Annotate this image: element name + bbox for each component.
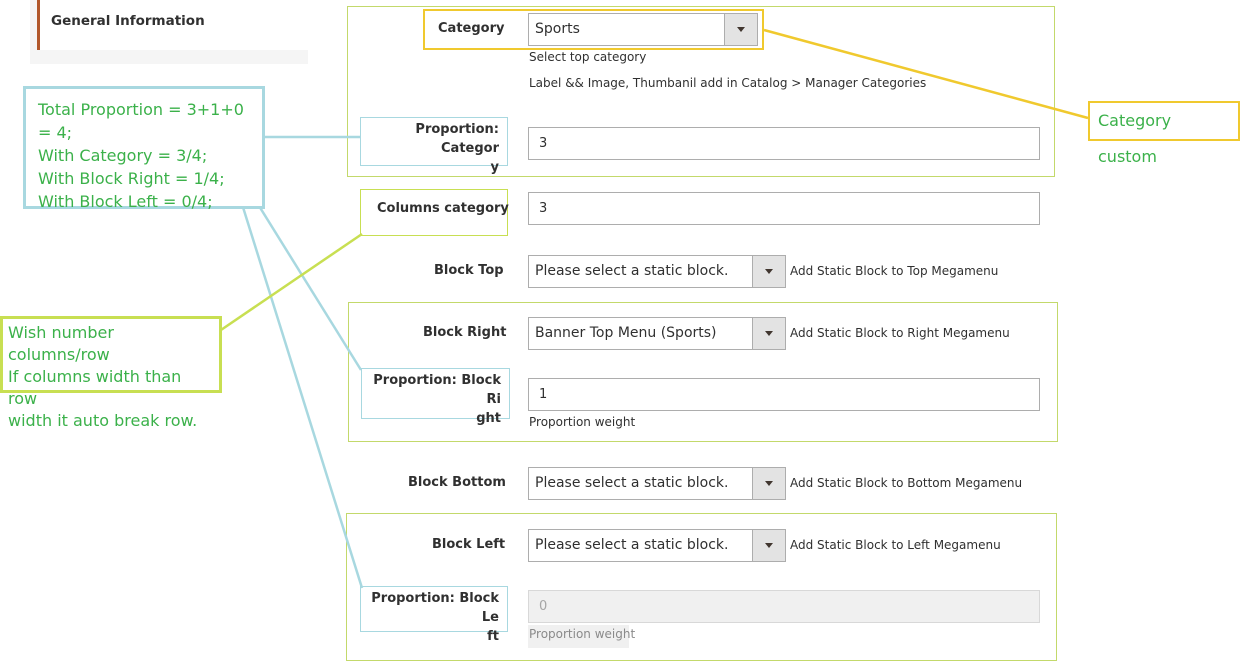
- block-bottom-label: Block Bottom: [408, 475, 506, 490]
- block-right-select[interactable]: Banner Top Menu (Sports): [528, 317, 786, 350]
- block-left-hint: Add Static Block to Left Megamenu: [790, 538, 1001, 552]
- proportion-category-label: Proportion: Categor y: [360, 117, 508, 175]
- chevron-down-icon[interactable]: [724, 14, 757, 45]
- chevron-down-icon[interactable]: [752, 468, 785, 499]
- block-right-hint: Add Static Block to Right Megamenu: [790, 326, 1010, 340]
- annotation-category-custom: Category custom: [1088, 101, 1240, 166]
- annotation-proportion-line: With Block Right = 1/4;: [38, 169, 225, 188]
- block-bottom-select-value: Please select a static block.: [535, 475, 729, 491]
- block-top-hint: Add Static Block to Top Megamenu: [790, 264, 999, 278]
- annotation-proportion-line: With Block Left = 0/4;: [38, 192, 213, 211]
- category-select[interactable]: Sports: [528, 13, 758, 46]
- proportion-block-right-input[interactable]: 1: [528, 378, 1040, 411]
- block-bottom-hint: Add Static Block to Bottom Megamenu: [790, 476, 1023, 490]
- proportion-block-left-label-line1: Proportion: Block Le: [371, 591, 499, 625]
- category-select-value: Sports: [535, 21, 580, 37]
- block-top-select[interactable]: Please select a static block.: [528, 255, 786, 288]
- annotation-columns-line: width it auto break row.: [8, 411, 198, 430]
- proportion-block-right-label-line1: Proportion: Block Ri: [373, 373, 501, 407]
- columns-category-label: Columns category: [377, 201, 509, 216]
- proportion-block-left-label: Proportion: Block Le ft: [360, 586, 508, 644]
- block-top-label: Block Top: [434, 263, 504, 278]
- proportion-block-right-label: Proportion: Block Ri ght: [361, 368, 510, 426]
- category-hint-catalog: Label && Image, Thumbanil add in Catalog…: [529, 76, 927, 90]
- chevron-down-icon[interactable]: [752, 256, 785, 287]
- proportion-block-right-hint: Proportion weight: [529, 415, 636, 429]
- proportion-block-right-label-line2: ght: [476, 411, 501, 426]
- chevron-down-icon[interactable]: [752, 318, 785, 349]
- proportion-category-label-line2: y: [490, 160, 499, 175]
- block-left-select-value: Please select a static block.: [535, 537, 729, 553]
- annotation-columns-line: Wish number columns/row: [8, 323, 114, 364]
- annotation-proportion: Total Proportion = 3+1+0 = 4; With Categ…: [23, 86, 265, 211]
- columns-category-input[interactable]: 3: [528, 192, 1040, 225]
- block-top-select-value: Please select a static block.: [535, 263, 729, 279]
- chevron-down-icon[interactable]: [752, 530, 785, 561]
- proportion-block-left-hint: Proportion weight: [528, 625, 635, 648]
- block-left-select[interactable]: Please select a static block.: [528, 529, 786, 562]
- category-label: Category: [438, 21, 505, 36]
- sidebar-tab-label: General Information: [51, 13, 205, 29]
- block-left-label: Block Left: [432, 537, 506, 552]
- proportion-block-left-input: 0: [528, 590, 1040, 623]
- category-hint: Select top category: [529, 50, 647, 64]
- proportion-block-left-label-line2: ft: [487, 629, 499, 644]
- annotation-proportion-line: With Category = 3/4;: [38, 146, 208, 165]
- block-bottom-select[interactable]: Please select a static block.: [528, 467, 786, 500]
- block-right-label: Block Right: [423, 325, 507, 340]
- block-right-select-value: Banner Top Menu (Sports): [535, 325, 717, 341]
- proportion-category-input[interactable]: 3: [528, 127, 1040, 160]
- proportion-category-label-line1: Proportion: Categor: [415, 122, 499, 156]
- annotation-columns-line: If columns width than row: [8, 367, 182, 408]
- annotation-proportion-line: Total Proportion = 3+1+0 = 4;: [38, 100, 244, 142]
- annotation-columns: Wish number columns/row If columns width…: [0, 316, 222, 430]
- columns-category-connector: [217, 232, 363, 334]
